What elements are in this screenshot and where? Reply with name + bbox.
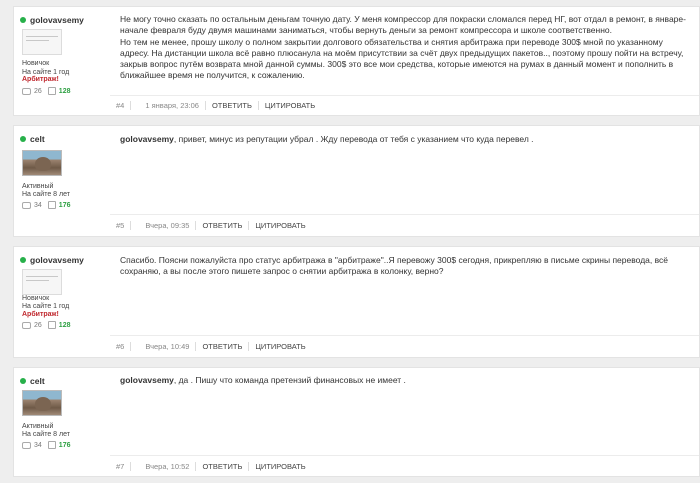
author-name-link[interactable]: celt xyxy=(30,376,45,386)
post-text: Спасибо. Поясни пожалуйста про статус ар… xyxy=(120,255,669,277)
post-divider xyxy=(110,214,699,215)
post-author-panel: golovavsemy Новичок На сайте 1 год Арбит… xyxy=(14,7,109,115)
like-count: 128 xyxy=(58,87,71,95)
arbitrage-badge[interactable]: Арбитраж! xyxy=(22,76,59,83)
like-icon xyxy=(47,321,56,329)
post-text: golovavsemy, привет, минус из репутации … xyxy=(120,134,691,145)
comment-icon xyxy=(22,441,31,449)
post-text: Не могу точно сказать по остальным деньг… xyxy=(120,14,686,81)
author-name[interactable]: golovavsemy xyxy=(20,15,84,25)
quote-button[interactable]: ЦИТИРОВАТЬ xyxy=(249,221,311,230)
author-name-link[interactable]: golovavsemy xyxy=(30,15,84,25)
member-since: На сайте 8 лет xyxy=(22,431,70,438)
author-name[interactable]: golovavsemy xyxy=(20,255,84,265)
user-stats: 26 128 xyxy=(22,87,70,95)
post-text-body: , да . Пишу что команда претензий финанс… xyxy=(173,375,406,385)
post-number[interactable]: #4 xyxy=(110,101,132,110)
user-stats: 26 128 xyxy=(22,321,70,329)
online-status-icon xyxy=(20,136,26,142)
post-number[interactable]: #5 xyxy=(110,221,132,230)
comment-icon xyxy=(22,201,31,209)
post-date: 1 января, 23:06 xyxy=(131,101,206,110)
avatar[interactable] xyxy=(22,29,62,55)
comment-count: 26 xyxy=(34,87,42,95)
avatar[interactable] xyxy=(22,269,62,295)
quote-button[interactable]: ЦИТИРОВАТЬ xyxy=(259,101,321,110)
comment-icon xyxy=(22,321,31,329)
forum-post: golovavsemy Новичок На сайте 1 год Арбит… xyxy=(13,6,700,116)
post-date: Вчера, 09:35 xyxy=(131,221,197,230)
reply-button[interactable]: ОТВЕТИТЬ xyxy=(206,101,259,110)
post-date: Вчера, 10:49 xyxy=(131,342,197,351)
mention-link[interactable]: golovavsemy xyxy=(120,134,174,144)
post-divider xyxy=(110,95,699,96)
online-status-icon xyxy=(20,17,26,23)
avatar[interactable] xyxy=(22,390,62,416)
post-footer: #4 1 января, 23:06 ОТВЕТИТЬ ЦИТИРОВАТЬ xyxy=(110,101,699,110)
post-divider xyxy=(110,455,699,456)
member-since: На сайте 8 лет xyxy=(22,191,70,198)
like-icon xyxy=(47,87,56,95)
author-name-link[interactable]: celt xyxy=(30,134,45,144)
user-stats: 34 176 xyxy=(22,201,70,209)
online-status-icon xyxy=(20,378,26,384)
post-number[interactable]: #6 xyxy=(110,342,132,351)
post-footer: #7 Вчера, 10:52 ОТВЕТИТЬ ЦИТИРОВАТЬ xyxy=(110,462,699,471)
quote-button[interactable]: ЦИТИРОВАТЬ xyxy=(249,342,311,351)
avatar[interactable] xyxy=(22,150,62,176)
like-count: 176 xyxy=(58,441,71,449)
quote-button[interactable]: ЦИТИРОВАТЬ xyxy=(249,462,311,471)
comment-icon xyxy=(22,87,31,95)
post-footer: #5 Вчера, 09:35 ОТВЕТИТЬ ЦИТИРОВАТЬ xyxy=(110,221,699,230)
reply-button[interactable]: ОТВЕТИТЬ xyxy=(196,462,250,471)
like-count: 176 xyxy=(58,201,71,209)
like-icon xyxy=(47,201,56,209)
arbitrage-badge[interactable]: Арбитраж! xyxy=(22,311,59,318)
post-number[interactable]: #7 xyxy=(110,462,132,471)
forum-post: celt Активный На сайте 8 лет 34 176 golo… xyxy=(13,367,700,477)
post-author-panel: celt Активный На сайте 8 лет 34 176 xyxy=(14,126,109,236)
online-status-icon xyxy=(20,257,26,263)
member-since: На сайте 1 год xyxy=(22,303,70,310)
reply-button[interactable]: ОТВЕТИТЬ xyxy=(196,221,250,230)
user-stats: 34 176 xyxy=(22,441,70,449)
forum-post: golovavsemy Новичок На сайте 1 год Арбит… xyxy=(13,246,700,358)
reply-button[interactable]: ОТВЕТИТЬ xyxy=(196,342,250,351)
mention-link[interactable]: golovavsemy xyxy=(120,375,174,385)
author-name[interactable]: celt xyxy=(20,134,45,144)
post-divider xyxy=(110,335,699,336)
comment-count: 26 xyxy=(34,321,42,329)
like-count: 128 xyxy=(58,321,71,329)
post-text-body: , привет, минус из репутации убрал . Жду… xyxy=(173,134,534,144)
post-date: Вчера, 10:52 xyxy=(131,462,197,471)
user-rank: Новичок xyxy=(22,60,50,67)
comment-count: 34 xyxy=(34,201,42,209)
post-footer: #6 Вчера, 10:49 ОТВЕТИТЬ ЦИТИРОВАТЬ xyxy=(110,342,699,351)
like-icon xyxy=(47,441,56,449)
author-name[interactable]: celt xyxy=(20,376,45,386)
post-author-panel: celt Активный На сайте 8 лет 34 176 xyxy=(14,368,109,476)
post-author-panel: golovavsemy Новичок На сайте 1 год Арбит… xyxy=(14,247,109,357)
post-text: golovavsemy, да . Пишу что команда прете… xyxy=(120,375,691,386)
comment-count: 34 xyxy=(34,441,42,449)
author-name-link[interactable]: golovavsemy xyxy=(30,255,84,265)
forum-post: celt Активный На сайте 8 лет 34 176 golo… xyxy=(13,125,700,237)
